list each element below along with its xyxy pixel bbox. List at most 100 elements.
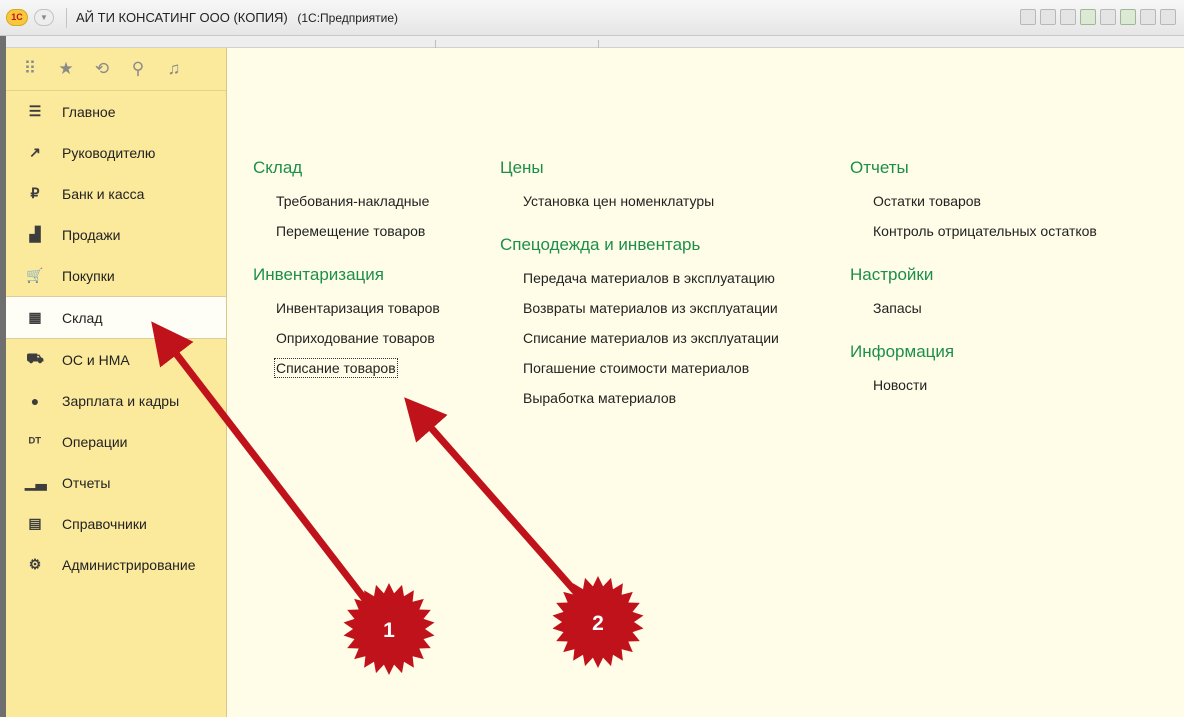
command-link[interactable]: Перемещение товаров (253, 216, 440, 246)
bar-chart-icon: ▁▃ (25, 474, 47, 490)
history-icon[interactable]: ⟲ (93, 59, 111, 79)
title-bar: 1С ▼ АЙ ТИ КОНСАТИНГ ООО (КОПИЯ) (1С:Пре… (0, 0, 1184, 36)
person-icon: ● (30, 392, 40, 409)
sidebar-item-8[interactable]: ᴰᵀ Операции (6, 421, 226, 462)
cart-icon: 🛒 (26, 267, 44, 283)
sidebar-item-label: Администрирование (62, 556, 196, 573)
apps-grid-icon[interactable]: ⠿ (21, 59, 39, 79)
search-icon[interactable]: ⚲ (129, 59, 147, 79)
command-link[interactable]: Возвраты материалов из эксплуатации (500, 293, 779, 323)
command-link[interactable]: Запасы (850, 293, 1097, 323)
trend-icon: ↗ (29, 144, 41, 160)
column-1: Склад Требования-накладные Перемещение тов… (253, 156, 440, 383)
section-title: Отчеты (850, 158, 909, 177)
command-link-label: Перемещение товаров (276, 223, 426, 239)
save-icon[interactable] (1020, 9, 1036, 25)
sidebar-item-label: Банк и касса (62, 185, 145, 202)
quick-panel: ⠿ ★ ⟲ ⚲ ♫ (6, 48, 226, 91)
command-link-label: Оприходование товаров (276, 330, 435, 346)
sidebar-item-9[interactable]: ▁▃ Отчеты (6, 462, 226, 503)
upload-icon[interactable] (1080, 9, 1096, 25)
window-subtitle: (1С:Предприятие) (297, 11, 399, 25)
command-link[interactable]: Новости (850, 370, 1097, 400)
sidebar-item-label: Справочники (62, 515, 147, 532)
command-link[interactable]: Погашение стоимости материалов (500, 353, 779, 383)
sidebar-item-label: Операции (62, 433, 128, 450)
spreadsheet-icon[interactable] (1120, 9, 1136, 25)
command-link[interactable]: Оприходование товаров (253, 323, 440, 353)
sidebar-item-10[interactable]: ▤ Справочники (6, 503, 226, 544)
app-logo[interactable]: 1С (6, 9, 28, 26)
command-link-label: Погашение стоимости материалов (523, 360, 750, 376)
sidebar-item-label: Отчеты (62, 474, 111, 491)
star-icon[interactable]: ★ (57, 59, 75, 79)
calendar-icon[interactable] (1140, 9, 1156, 25)
books-icon: ▤ (28, 515, 42, 531)
command-link[interactable]: Выработка материалов (500, 383, 779, 413)
sidebar-item-label: ОС и НМА (62, 351, 130, 368)
section-title: Спецодежда и инвентарь (500, 235, 701, 254)
sidebar-item-4[interactable]: 🛒 Покупки (6, 255, 226, 296)
command-link-label: Требования-накладные (276, 193, 430, 209)
tab-strip (0, 36, 1184, 48)
tab-divider (435, 40, 436, 48)
sidebar-item-6[interactable]: ⛟ ОС и НМА (6, 339, 226, 380)
sidebar-item-label: Руководителю (62, 144, 156, 161)
sections-panel: ⠿ ★ ⟲ ⚲ ♫ ☰ Главное ↗ Руководителю ₽ Банк и к… (6, 48, 227, 717)
sidebar-item-label: Склад (62, 309, 103, 326)
sidebar-item-3[interactable]: ▟ Продажи (6, 214, 226, 255)
section-content: Склад Требования-накладные Перемещение тов… (227, 48, 1184, 717)
dt-kt-icon: ᴰᵀ (28, 433, 42, 450)
command-link-label: Выработка материалов (523, 390, 677, 406)
printer-icon[interactable] (1100, 9, 1116, 25)
window-icon[interactable] (1160, 9, 1176, 25)
truck-icon: ⛟ (26, 350, 44, 366)
sidebar-item-label: Главное (62, 103, 116, 120)
section-title: Инвентаризация (253, 265, 384, 284)
command-link[interactable]: Списание материалов из эксплуатации (500, 323, 779, 353)
print-icon[interactable] (1040, 9, 1056, 25)
command-link-label: Запасы (873, 300, 922, 316)
sidebar-item-2[interactable]: ₽ Банк и касса (6, 173, 226, 214)
section-title: Информация (850, 342, 955, 361)
ruble-coin-icon: ₽ (30, 185, 40, 201)
tab-divider (598, 40, 599, 48)
command-link-label: Остатки товаров (873, 193, 981, 209)
main-menu-button[interactable]: ▼ (34, 9, 54, 26)
sidebar-item-1[interactable]: ↗ Руководителю (6, 132, 226, 173)
command-link[interactable]: Установка цен номенклатуры (500, 186, 779, 216)
section-title: Настройки (850, 265, 934, 284)
column-3: Отчеты Остатки товаров Контроль отрицатель… (850, 156, 1097, 400)
title-separator (66, 8, 67, 28)
command-link-label: Передача материалов в эксплуатацию (523, 270, 775, 286)
command-link[interactable]: Инвентаризация товаров (253, 293, 440, 323)
preview-icon[interactable] (1060, 9, 1076, 25)
command-link[interactable]: Передача материалов в эксплуатацию (500, 263, 779, 293)
menu-lines-icon: ☰ (28, 103, 42, 119)
sidebar-item-label: Зарплата и кадры (62, 392, 180, 409)
command-link-label: Контроль отрицательных остатков (873, 223, 1097, 239)
sidebar-item-5[interactable]: ▦ Склад (6, 296, 226, 339)
section-title: Цены (500, 158, 544, 177)
bag-icon: ▟ (29, 226, 41, 242)
column-2: Цены Установка цен номенклатуры Спецодежда… (500, 156, 779, 413)
command-link[interactable]: Остатки товаров (850, 186, 1097, 216)
bell-icon[interactable]: ♫ (165, 59, 183, 79)
warehouse-icon: ▦ (28, 309, 42, 325)
command-link[interactable]: Списание товаров (253, 353, 440, 383)
command-link[interactable]: Контроль отрицательных остатков (850, 216, 1097, 246)
sidebar-item-label: Покупки (62, 267, 115, 284)
command-link-label: Списание материалов из эксплуатации (523, 330, 779, 346)
command-link[interactable]: Требования-накладные (253, 186, 440, 216)
sidebar-item-0[interactable]: ☰ Главное (6, 91, 226, 132)
command-link-label: Инвентаризация товаров (276, 300, 440, 316)
sidebar-item-label: Продажи (62, 226, 121, 243)
window-title-text: АЙ ТИ КОНСАТИНГ ООО (КОПИЯ) (76, 10, 288, 25)
section-title: Склад (253, 158, 303, 177)
command-link-label: Установка цен номенклатуры (523, 193, 715, 209)
sidebar-item-11[interactable]: ⚙ Администрирование (6, 544, 226, 585)
sidebar-item-7[interactable]: ● Зарплата и кадры (6, 380, 226, 421)
